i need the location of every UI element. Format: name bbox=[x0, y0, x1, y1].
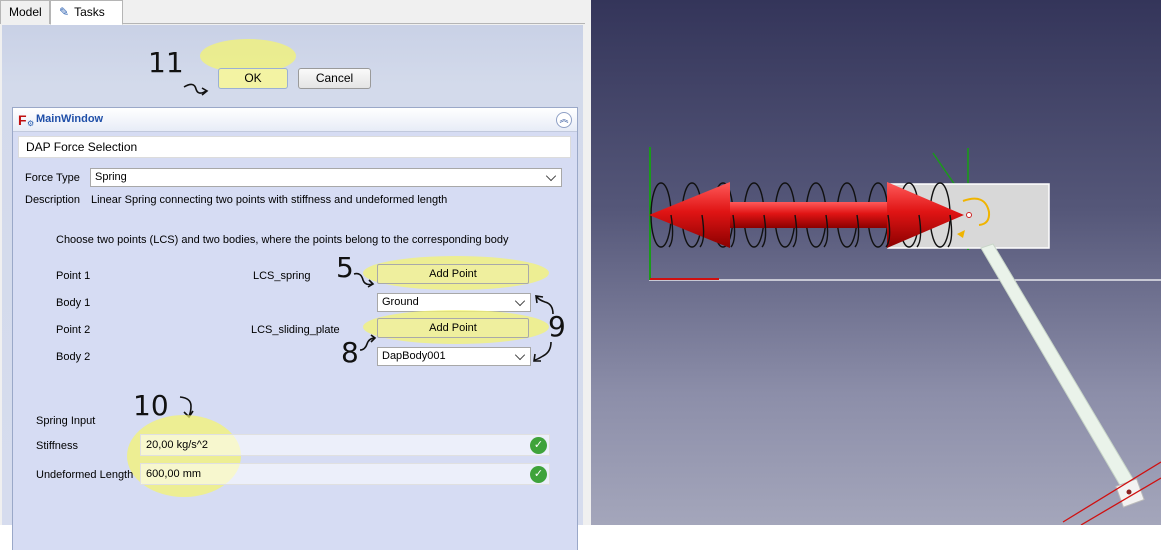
spring-input-heading: Spring Input bbox=[36, 415, 96, 427]
chevron-down-icon bbox=[514, 295, 526, 307]
add-point2-button[interactable]: Add Point bbox=[377, 318, 529, 338]
instructions-text: Choose two points (LCS) and two bodies, … bbox=[56, 234, 509, 246]
check-icon: ✓ bbox=[530, 437, 547, 454]
annotation-arrow-11 bbox=[183, 83, 209, 96]
annotation-9: 9 bbox=[548, 310, 566, 343]
tab-bar: Model ✎ Tasks bbox=[0, 0, 585, 25]
point1-value: LCS_spring bbox=[253, 270, 311, 282]
add-point1-button[interactable]: Add Point bbox=[377, 264, 529, 284]
freecad-logo-icon: F ⚙ bbox=[18, 112, 35, 128]
collapse-button[interactable]: ︽ bbox=[556, 112, 572, 128]
undeformed-length-value: 600,00 mm bbox=[146, 468, 202, 480]
description-label: Description bbox=[25, 194, 81, 206]
tab-tasks[interactable]: ✎ Tasks bbox=[50, 0, 123, 25]
pencil-icon: ✎ bbox=[59, 5, 70, 19]
lcs-marker-icon bbox=[966, 212, 972, 218]
annotation-arrow-9-up bbox=[535, 295, 554, 315]
3d-scene bbox=[649, 147, 1161, 525]
green-curve bbox=[932, 152, 958, 189]
rod-joint-icon bbox=[1126, 489, 1132, 495]
undeformed-length-label: Undeformed Length bbox=[36, 469, 134, 481]
annotation-11: 11 bbox=[148, 46, 184, 79]
tab-tasks-label: Tasks bbox=[74, 5, 105, 19]
point2-value: LCS_sliding_plate bbox=[251, 324, 340, 336]
force-type-value: Spring bbox=[95, 171, 127, 183]
task-area: OK Cancel 11 F ⚙ MainWindow ︽ DAP Force S… bbox=[2, 25, 583, 550]
force-type-select[interactable]: Spring bbox=[90, 168, 562, 187]
undeformed-length-input[interactable]: 600,00 mm ✓ bbox=[140, 463, 550, 485]
body2-select[interactable]: DapBody001 bbox=[377, 347, 531, 366]
3d-viewport[interactable] bbox=[591, 0, 1161, 525]
cancel-button[interactable]: Cancel bbox=[298, 68, 371, 89]
annotation-arrow-9-down bbox=[533, 341, 552, 362]
check-icon: ✓ bbox=[530, 466, 547, 483]
point1-label: Point 1 bbox=[56, 270, 91, 282]
chevron-down-icon bbox=[545, 170, 557, 182]
ok-button[interactable]: OK bbox=[218, 68, 288, 89]
annotation-10: 10 bbox=[133, 389, 169, 422]
body1-value: Ground bbox=[382, 296, 419, 308]
body1-label: Body 1 bbox=[56, 297, 91, 309]
dialog-title: DAP Force Selection bbox=[18, 136, 571, 158]
mainwindow-header: F ⚙ MainWindow ︽ bbox=[13, 108, 577, 132]
point2-label: Point 2 bbox=[56, 324, 91, 336]
chevron-down-icon bbox=[514, 349, 526, 361]
mainwindow-title: MainWindow bbox=[36, 113, 104, 125]
task-panel: Model ✎ Tasks OK Cancel 11 F ⚙ MainWindow … bbox=[0, 0, 585, 550]
annotation-arrow-8 bbox=[359, 334, 377, 351]
description-value: Linear Spring connecting two points with… bbox=[91, 194, 448, 206]
tab-model[interactable]: Model bbox=[0, 0, 50, 24]
force-type-label: Force Type bbox=[25, 172, 80, 184]
mainwindow-panel: F ⚙ MainWindow ︽ DAP Force Selection Forc… bbox=[12, 107, 578, 550]
annotation-arrow-5 bbox=[353, 272, 375, 288]
body2-value: DapBody001 bbox=[382, 350, 446, 362]
stiffness-value: 20,00 kg/s^2 bbox=[146, 439, 209, 451]
pendulum-rod bbox=[980, 243, 1137, 493]
stiffness-input[interactable]: 20,00 kg/s^2 ✓ bbox=[140, 434, 550, 456]
stiffness-label: Stiffness bbox=[36, 440, 78, 452]
body2-label: Body 2 bbox=[56, 351, 91, 363]
